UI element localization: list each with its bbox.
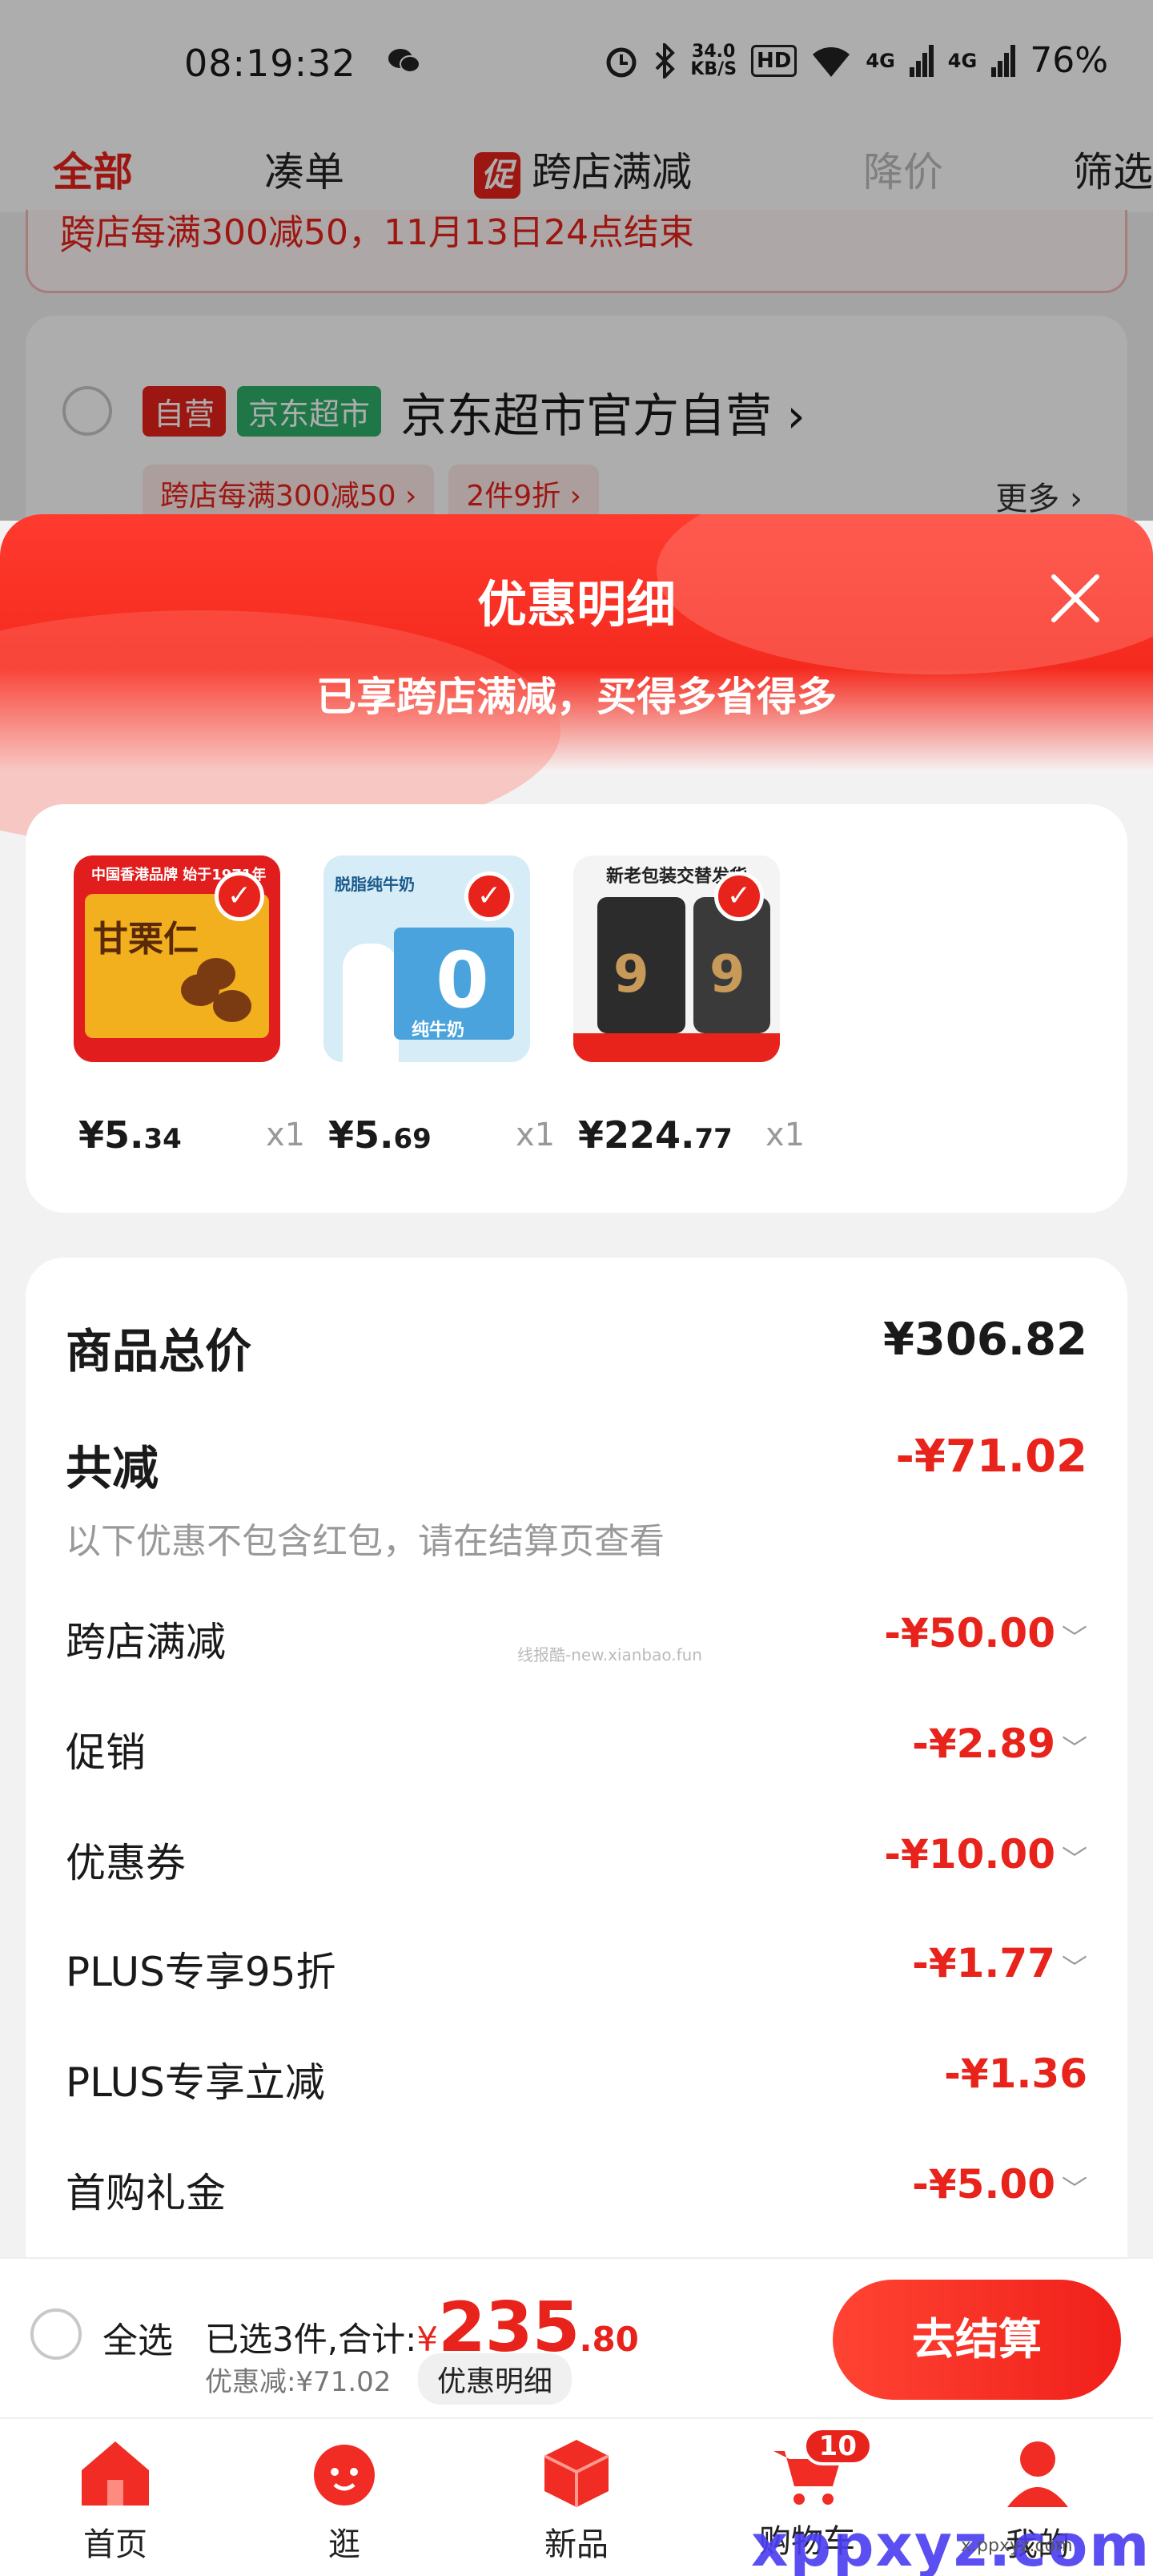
- selected-check-icon: ✓: [215, 871, 264, 921]
- products-card: 中国香港品牌 始于1971年 甘栗仁 ✓ ¥5.34 x1 脱脂纯牛奶 0 纯牛…: [26, 804, 1127, 1213]
- product-qty: x1: [765, 1117, 805, 1153]
- total-decimal: .80: [579, 2320, 639, 2359]
- discount-value: -¥2.89: [912, 1721, 1055, 1767]
- total-price-label: 商品总价: [66, 1324, 252, 1379]
- sheet-subtitle: 已享跨店满减，买得多省得多: [316, 674, 837, 720]
- discount-label: 促销: [66, 1729, 146, 1776]
- nav-home[interactable]: 首页: [35, 2435, 195, 2565]
- discount-row[interactable]: 优惠券 -¥10.00 ﹀: [66, 1831, 1087, 1895]
- discount-breakdown-card: 商品总价 ¥306.82 共减 -¥71.02 以下优惠不包含红包，请在结算页查…: [26, 1258, 1127, 2260]
- product-price: ¥224.77: [578, 1113, 733, 1157]
- chevron-down-icon: ﹀: [1061, 2174, 1087, 2204]
- discount-label: 首购礼金: [66, 2170, 226, 2216]
- browse-icon: [314, 2445, 375, 2506]
- cart-badge: 10: [802, 2427, 873, 2465]
- discount-value: -¥1.77: [912, 1940, 1055, 1986]
- discount-label: PLUS专享95折: [66, 1949, 336, 1995]
- nav-browse[interactable]: 逛: [264, 2435, 424, 2565]
- discount-value: -¥1.36: [944, 2051, 1087, 2097]
- total-reduction-value: -¥71.02: [895, 1431, 1087, 1483]
- chevron-down-icon: ﹀: [1061, 1953, 1087, 1983]
- nav-label: 逛: [328, 2526, 360, 2563]
- profile-icon: [1007, 2441, 1068, 2507]
- select-all-label[interactable]: 全选: [102, 2312, 173, 2363]
- chevron-down-icon: ﹀: [1061, 1733, 1087, 1764]
- discount-row[interactable]: 促销 -¥2.89 ﹀: [66, 1721, 1087, 1785]
- discount-label: 优惠券: [66, 1840, 186, 1886]
- discount-value: -¥5.00: [912, 2161, 1055, 2208]
- nav-label: 首页: [83, 2526, 147, 2563]
- discount-detail-sheet: 优惠明细 已享跨店满减，买得多省得多 中国香港品牌 始于1971年 甘栗仁 ✓ …: [0, 514, 1153, 2260]
- discount-row[interactable]: 首购礼金 -¥5.00 ﹀: [66, 2161, 1087, 2225]
- discount-label: PLUS专享立减: [66, 2059, 325, 2106]
- product-price: ¥5.69: [328, 1113, 432, 1157]
- checkout-bar: 全选 已选3件,合计:¥235.80 优惠减:¥71.02 优惠明细 去结算: [0, 2257, 1153, 2417]
- total-reduction-row: 共减 -¥71.02: [66, 1431, 1087, 1495]
- checkout-button[interactable]: 去结算: [833, 2280, 1121, 2400]
- product-qty: x1: [266, 1117, 306, 1153]
- discount-row[interactable]: PLUS专享95折 -¥1.77 ﹀: [66, 1940, 1087, 2004]
- discount-row[interactable]: 跨店满减 -¥50.00 ﹀: [66, 1610, 1087, 1674]
- discount-label: 跨店满减: [66, 1619, 226, 1665]
- chevron-down-icon: ﹀: [1061, 1844, 1087, 1874]
- selected-check-icon: ✓: [464, 871, 514, 921]
- nav-label: 新品: [544, 2526, 609, 2563]
- discount-value: -¥50.00: [884, 1610, 1055, 1656]
- discount-summary: 优惠减:¥71.02: [205, 2366, 392, 2398]
- product-qty: x1: [516, 1117, 556, 1153]
- total-price-value: ¥306.82: [882, 1314, 1087, 1366]
- total-price-row: 商品总价 ¥306.82: [66, 1314, 1087, 1379]
- sheet-title: 优惠明细: [476, 575, 676, 634]
- home-icon: [82, 2441, 149, 2506]
- select-all-radio[interactable]: [30, 2308, 82, 2360]
- discount-value: -¥10.00: [884, 1831, 1055, 1878]
- close-icon[interactable]: [1047, 570, 1103, 626]
- modal-overlay[interactable]: [0, 0, 1153, 521]
- watermark-logo: xppxyz.com: [751, 2512, 1151, 2576]
- discount-row: PLUS专享立减 -¥1.36: [66, 2051, 1087, 2115]
- selected-count: 已选3件,合计:: [205, 2320, 417, 2359]
- nav-new[interactable]: 新品: [496, 2435, 657, 2565]
- sheet-header: 优惠明细 已享跨店满减，买得多省得多: [0, 514, 1153, 851]
- product-price: ¥5.34: [78, 1113, 182, 1157]
- total-summary: 已选3件,合计:¥235.80: [205, 2288, 639, 2368]
- new-products-icon: [544, 2440, 609, 2507]
- total-reduction-label: 共减: [66, 1441, 159, 1495]
- watermark-small: x.ppxyz.com: [961, 2536, 1073, 2556]
- chevron-down-icon: ﹀: [1061, 1623, 1087, 1653]
- discount-detail-button[interactable]: 优惠明细: [418, 2353, 572, 2405]
- discount-note: 以下优惠不包含红包，请在结算页查看: [66, 1521, 665, 1562]
- total-currency: ¥: [416, 2320, 438, 2359]
- selected-check-icon: ✓: [714, 871, 764, 921]
